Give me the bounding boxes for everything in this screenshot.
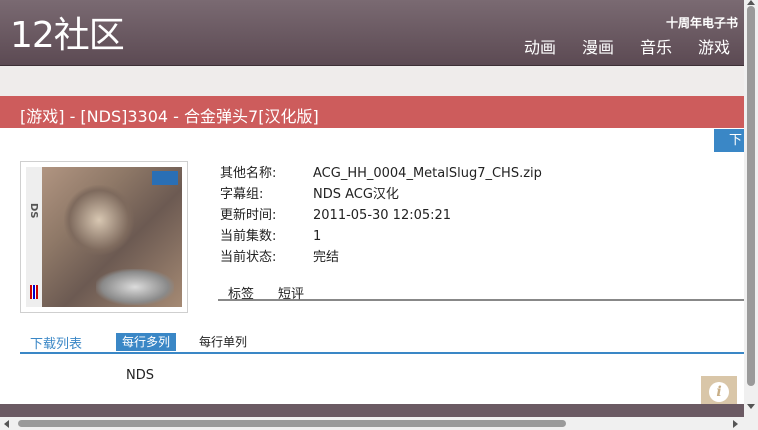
nav-item-anime[interactable]: 动画 <box>524 38 556 58</box>
scroll-left-arrow-icon[interactable] <box>4 420 9 428</box>
page-title: [游戏] - [NDS]3304 - 合金弹头7[汉化版] <box>20 107 319 126</box>
scroll-down-arrow-icon[interactable] <box>747 404 755 409</box>
detail-label: 更新时间: <box>220 208 277 223</box>
detail-value[interactable]: NDS ACG汉化 <box>313 184 399 205</box>
detail-value: 1 <box>313 229 322 244</box>
header-subtitle-link[interactable]: 十周年电子书 <box>666 14 738 31</box>
cover-image: DS <box>20 161 188 313</box>
detail-value: ACG_HH_0004_MetalSlug7_CHS.zip <box>313 166 542 181</box>
horizontal-scroll-thumb[interactable] <box>18 420 566 427</box>
scroll-right-arrow-icon[interactable] <box>733 420 738 428</box>
download-tab[interactable]: 下 <box>714 129 744 152</box>
page-title-bar: [游戏] - [NDS]3304 - 合金弹头7[汉化版] <box>0 96 744 128</box>
download-list-title: 下载列表 <box>30 337 83 352</box>
tab-comments[interactable]: 短评 <box>278 283 304 302</box>
nav-item-games[interactable]: 游戏 <box>698 38 730 58</box>
download-item[interactable]: NDS <box>126 368 154 383</box>
vertical-scrollbar[interactable] <box>744 0 758 430</box>
cover-character <box>64 185 134 255</box>
header-band <box>0 66 744 96</box>
info-icon: i <box>709 382 729 402</box>
nintendo-ds-logo: DS <box>28 203 39 219</box>
detail-value: 完结 <box>313 250 340 265</box>
footer-bar <box>0 404 744 417</box>
horizontal-scrollbar[interactable] <box>0 417 744 430</box>
detail-subtabs: 标签 短评 <box>218 281 744 302</box>
vertical-scroll-thumb[interactable] <box>747 6 755 386</box>
detail-label: 当前状态: <box>220 250 277 265</box>
cover-game-logo <box>96 269 174 305</box>
single-column-mode-button[interactable]: 每行单列 <box>193 333 253 351</box>
rating-bars-icon <box>30 285 38 299</box>
cover-badge <box>152 171 178 185</box>
detail-label: 当前集数: <box>220 229 277 244</box>
tab-tags[interactable]: 标签 <box>228 283 254 302</box>
detail-label: 字幕组: <box>220 187 264 202</box>
site-header: 12社区 十周年电子书 动画 漫画 音乐 游戏 <box>0 0 744 66</box>
site-logo[interactable]: 12社区 <box>10 14 125 58</box>
main-nav: 动画 漫画 音乐 游戏 <box>524 38 730 58</box>
nav-item-manga[interactable]: 漫画 <box>582 38 614 58</box>
download-list-header: 下载列表 每行多列 每行单列 <box>20 332 744 354</box>
cover-art: DS <box>26 167 182 307</box>
multi-column-mode-button[interactable]: 每行多列 <box>116 333 177 351</box>
scroll-up-arrow-icon[interactable] <box>747 0 755 5</box>
detail-value: 2011-05-30 12:05:21 <box>313 208 452 223</box>
detail-label: 其他名称: <box>220 166 277 181</box>
nav-item-music[interactable]: 音乐 <box>640 38 672 58</box>
cover-spine: DS <box>26 167 42 307</box>
